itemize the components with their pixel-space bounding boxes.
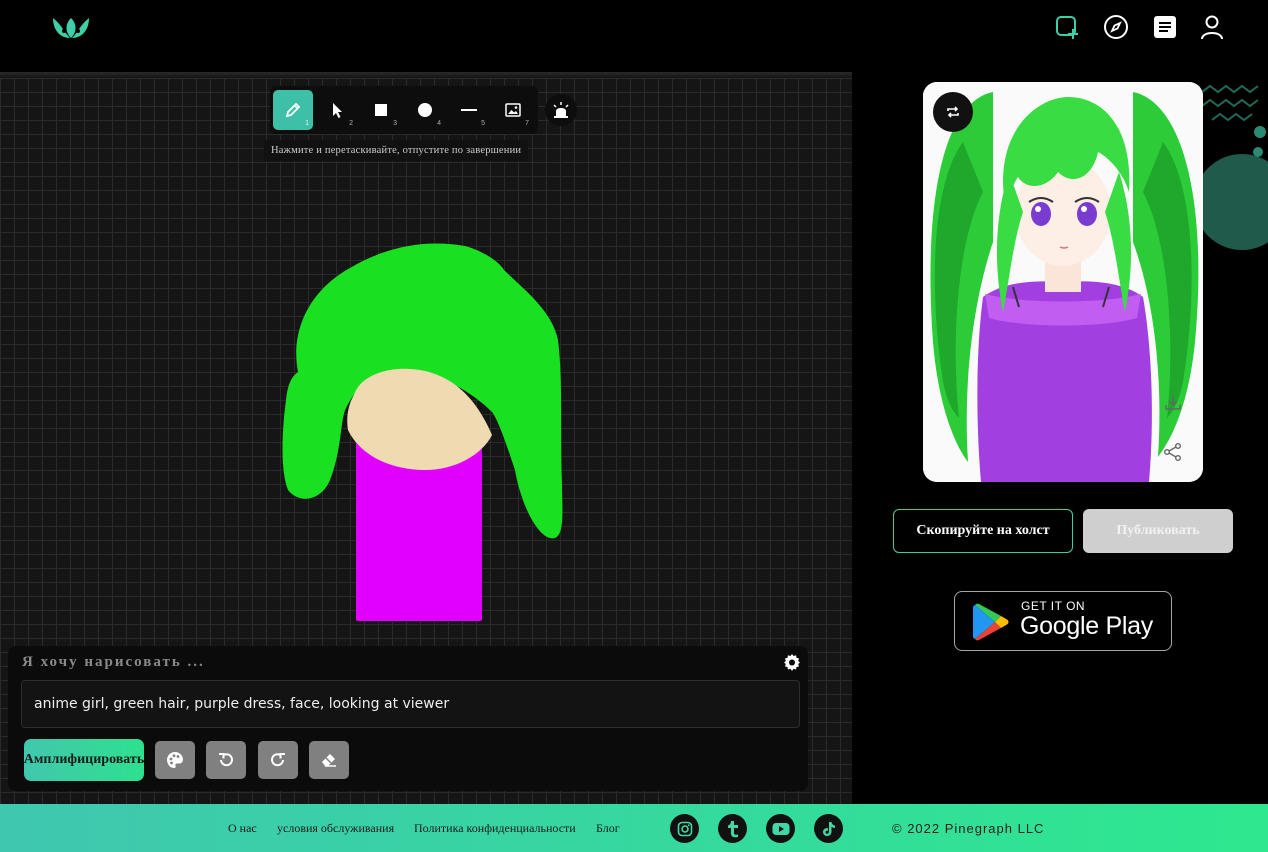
generated-anime-image bbox=[923, 82, 1203, 482]
youtube-icon bbox=[772, 822, 789, 835]
select-tool[interactable]: 2 bbox=[317, 90, 357, 130]
tiktok-link[interactable] bbox=[814, 814, 843, 843]
circle-tool[interactable]: 4 bbox=[405, 90, 445, 130]
pencil-icon bbox=[285, 102, 301, 118]
palette-button[interactable] bbox=[155, 741, 195, 779]
footer-link-blog[interactable]: Блог bbox=[596, 821, 620, 836]
result-panel: Скопируйте на холст Публиковать GET IT O… bbox=[852, 72, 1268, 804]
circle-icon bbox=[418, 103, 432, 117]
copy-to-canvas-button[interactable]: Скопируйте на холст bbox=[893, 509, 1073, 553]
notes-icon[interactable] bbox=[1152, 14, 1178, 40]
prompt-input[interactable] bbox=[21, 680, 800, 728]
tool-shortcut: 2 bbox=[349, 120, 353, 127]
instagram-link[interactable] bbox=[670, 814, 699, 843]
share-icon[interactable] bbox=[1161, 440, 1185, 464]
cursor-icon bbox=[333, 103, 342, 118]
swap-button[interactable] bbox=[933, 92, 973, 132]
tumblr-icon bbox=[727, 820, 738, 837]
download-icon[interactable] bbox=[1161, 390, 1185, 414]
amplify-button[interactable]: Амплифицировать bbox=[24, 739, 144, 781]
swap-icon bbox=[947, 106, 959, 118]
eraser-icon bbox=[322, 754, 336, 767]
sketch-drawing bbox=[282, 243, 563, 621]
footer: О нас условия обслуживания Политика конф… bbox=[0, 804, 1268, 852]
image-icon bbox=[505, 103, 521, 117]
pencil-tool[interactable]: 1 bbox=[273, 90, 313, 130]
undo-button[interactable] bbox=[206, 741, 246, 779]
header bbox=[0, 0, 1268, 72]
google-play-big-text: Google Play bbox=[1020, 612, 1153, 640]
gear-icon[interactable] bbox=[783, 653, 801, 671]
tool-shortcut: 7 bbox=[525, 120, 529, 127]
alarm-lamp-button[interactable] bbox=[545, 94, 577, 126]
google-play-icon bbox=[973, 603, 1009, 641]
tool-shortcut: 5 bbox=[481, 120, 485, 127]
user-icon[interactable] bbox=[1199, 14, 1225, 40]
youtube-link[interactable] bbox=[766, 814, 795, 843]
publish-button[interactable]: Публиковать bbox=[1083, 509, 1233, 553]
footer-link-about[interactable]: О нас bbox=[228, 821, 257, 836]
alarm-lamp-icon bbox=[553, 102, 569, 118]
clear-button[interactable] bbox=[309, 741, 349, 779]
rectangle-tool[interactable]: 3 bbox=[361, 90, 401, 130]
create-canvas-icon[interactable] bbox=[1054, 14, 1080, 40]
google-play-badge[interactable]: GET IT ON Google Play bbox=[954, 591, 1172, 651]
tool-tooltip: Нажмите и перетаскивайте, отпустите по з… bbox=[264, 140, 529, 161]
copyright-text: © 2022 Pinegraph LLC bbox=[892, 821, 1045, 836]
tool-shortcut: 4 bbox=[437, 120, 441, 127]
tiktok-icon bbox=[822, 821, 835, 836]
image-tool[interactable]: 7 bbox=[493, 90, 533, 130]
line-icon bbox=[461, 109, 477, 111]
compass-icon[interactable] bbox=[1103, 14, 1129, 40]
square-icon bbox=[375, 104, 387, 116]
instagram-icon bbox=[677, 821, 692, 836]
tool-shortcut: 1 bbox=[305, 120, 309, 127]
tumblr-link[interactable] bbox=[718, 814, 747, 843]
tool-shortcut: 3 bbox=[393, 120, 397, 127]
redo-icon bbox=[271, 753, 285, 767]
lotus-logo[interactable] bbox=[50, 12, 92, 42]
footer-link-terms[interactable]: условия обслуживания bbox=[277, 821, 394, 836]
footer-link-privacy[interactable]: Политика конфиденциальности bbox=[414, 821, 576, 836]
palette-icon bbox=[167, 752, 183, 768]
google-play-small-text: GET IT ON bbox=[1021, 599, 1086, 613]
redo-button[interactable] bbox=[258, 741, 298, 779]
prompt-panel: Я хочу нарисовать ... Амплифицировать bbox=[8, 646, 808, 791]
undo-icon bbox=[219, 753, 233, 767]
generated-image-card bbox=[923, 82, 1203, 482]
drawing-toolbar: 1 2 3 4 5 7 bbox=[270, 86, 538, 134]
line-tool[interactable]: 5 bbox=[449, 90, 489, 130]
prompt-label: Я хочу нарисовать ... bbox=[22, 654, 205, 670]
